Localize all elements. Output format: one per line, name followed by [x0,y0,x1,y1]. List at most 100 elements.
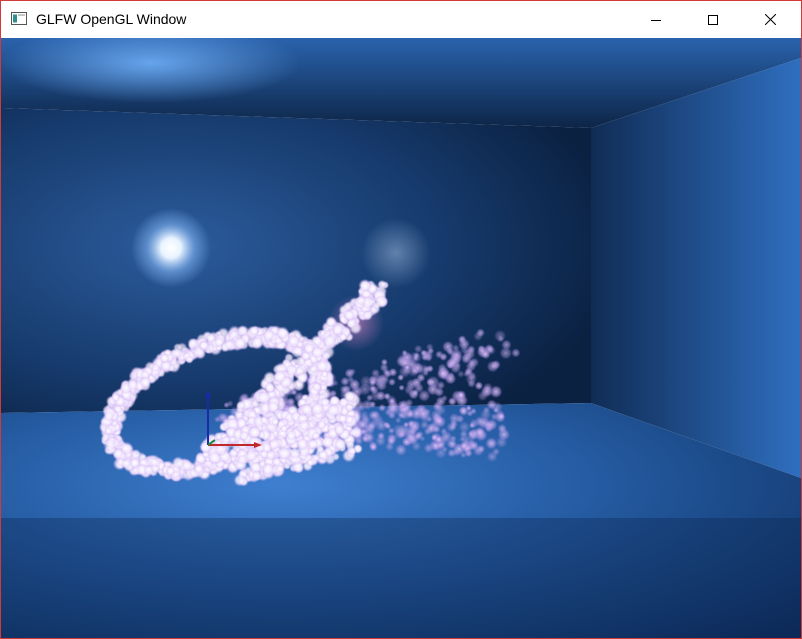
particle [486,360,499,373]
particle [465,373,478,385]
particle [485,437,498,450]
particle [493,329,507,343]
room [1,38,801,638]
particle [434,435,444,445]
particle [369,442,378,452]
particle [447,355,461,369]
particle [342,301,353,311]
particle [422,365,431,374]
particle [377,431,386,440]
particle [260,416,269,425]
particle [185,355,194,364]
particle [460,442,468,450]
particle [417,408,429,420]
particle [474,426,486,438]
particle [214,336,225,348]
particle [199,340,209,351]
particle [407,364,420,378]
particle [369,378,377,387]
particle [126,378,139,391]
close-button[interactable] [747,1,793,38]
particle [446,438,457,449]
particle [250,336,264,350]
particle [459,435,466,443]
particle [309,364,319,373]
particle [343,390,357,403]
particle [474,381,484,391]
particle [386,404,398,416]
particle [497,423,508,434]
particle [311,381,322,392]
particle [235,400,246,411]
particle [426,375,440,389]
particle [273,369,287,384]
particle [316,445,325,454]
particle [436,367,449,380]
particle [414,344,423,354]
glfw-app-icon [11,12,27,25]
particle [165,465,176,476]
particle [356,295,367,306]
particle [456,390,467,401]
particle [451,448,461,457]
particle [298,419,311,431]
particle [233,336,247,350]
opengl-viewport[interactable] [1,38,801,638]
particle [384,422,392,430]
particle [388,367,398,377]
particle [439,352,448,361]
particle [469,440,479,451]
particle [245,449,258,462]
close-icon [764,14,776,25]
particle [322,334,337,348]
particle [432,424,441,434]
particle [398,384,405,391]
particle [285,429,297,441]
particle [271,417,280,426]
particle [474,415,486,427]
particle [326,403,340,417]
particle [103,438,117,452]
particle [460,451,467,459]
particle [170,347,182,359]
particle [111,393,121,402]
particle [470,407,477,415]
floor-vignette [1,518,801,638]
particle [159,353,170,364]
particle [325,316,337,328]
particle [221,435,231,446]
particle [412,389,419,397]
particle [458,405,469,417]
particle [511,348,521,358]
particle [276,464,285,473]
particle [262,328,275,342]
particle [394,443,407,456]
particle [463,347,476,360]
particle [386,436,396,446]
particle [268,438,281,451]
particle [310,345,324,359]
particle [378,403,387,412]
title-bar[interactable]: GLFW OpenGL Window [1,1,801,38]
particle [333,423,346,436]
particle [344,414,354,425]
particle [306,458,315,467]
particle [343,309,356,322]
particle [499,346,513,360]
particle [403,421,410,428]
particle [397,411,405,419]
minimize-icon [651,19,661,21]
particle [457,370,465,378]
particle [181,460,193,472]
particle [233,473,247,487]
particle [358,278,372,293]
maximize-button[interactable] [690,1,736,38]
particle [223,339,234,350]
particle [251,470,262,481]
particle [367,421,377,431]
particle [295,437,309,451]
scene-canvas [1,38,801,638]
particle [187,337,199,349]
particle [492,407,500,414]
minimize-button[interactable] [633,1,679,38]
